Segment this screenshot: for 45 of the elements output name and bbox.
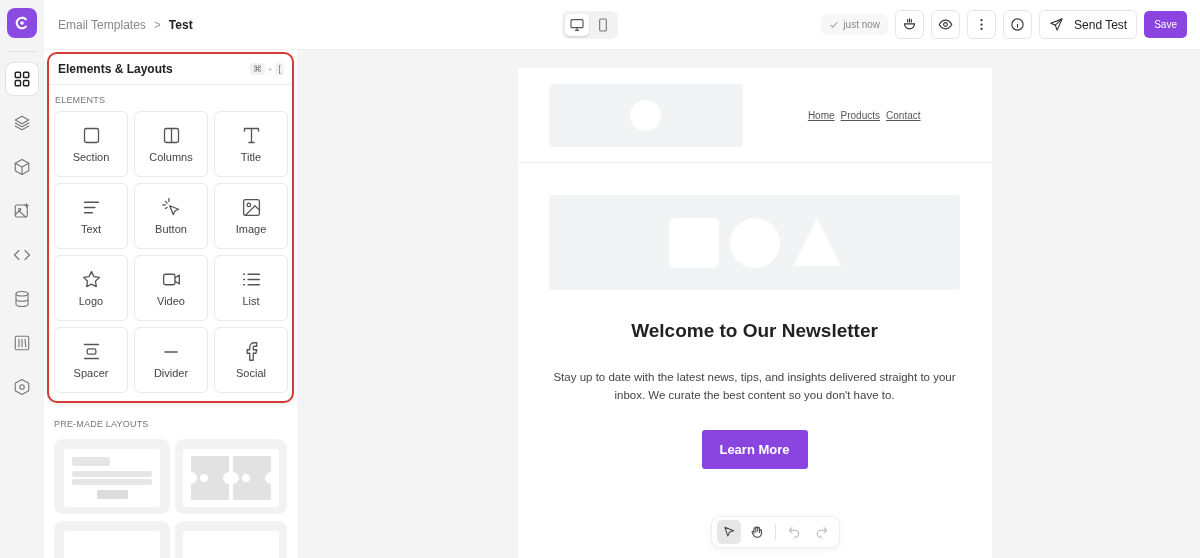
element-tile[interactable]: Columns [134, 111, 208, 177]
check-icon [829, 19, 840, 30]
newsletter-heading: Welcome to Our Newsletter [631, 320, 878, 342]
section-label: PRE-MADE LAYOUTS [53, 418, 150, 431]
minus-icon [164, 350, 178, 353]
pointer-icon[interactable] [716, 520, 741, 544]
eye-icon[interactable] [931, 10, 961, 39]
element-tile[interactable]: Logo [54, 255, 128, 321]
nav-link[interactable]: Products [840, 109, 881, 121]
send-test-button[interactable]: Send Test [1039, 10, 1138, 39]
section-label: ELEMENTS [54, 94, 107, 107]
breadcrumb-link[interactable]: Email Templates [58, 17, 146, 32]
grid-icon[interactable] [6, 63, 38, 95]
breadcrumb-separator: > [153, 17, 161, 32]
element-tile[interactable]: Button [134, 183, 208, 249]
element-tile[interactable]: Image [214, 183, 288, 249]
element-tile[interactable]: Section [54, 111, 128, 177]
info-icon[interactable] [1003, 10, 1033, 39]
save-button[interactable]: Save [1144, 11, 1187, 38]
element-tile[interactable]: Text [54, 183, 128, 249]
layout-thumbnail[interactable] [175, 439, 287, 514]
app-logo-icon[interactable] [7, 8, 37, 38]
nav-link[interactable]: Contact [886, 109, 921, 121]
element-tile[interactable]: List [214, 255, 288, 321]
element-tile[interactable]: Video [134, 255, 208, 321]
layout-thumbnail[interactable] [54, 439, 170, 514]
element-tile[interactable]: Title [214, 111, 288, 177]
newsletter-text: Stay up to date with the latest news, tips, and insights delivered straight to your inbox. We curate the best content so you don't have to. [552, 370, 957, 403]
breadcrumb-current: Test [168, 17, 193, 32]
star-icon [80, 269, 102, 290]
learn-more-button[interactable]: Learn More [701, 430, 808, 469]
shortcut-plus: + [267, 64, 273, 74]
desktop-icon[interactable] [564, 13, 589, 36]
element-tile[interactable]: Divider [134, 327, 208, 393]
element-tile[interactable]: Social [214, 327, 288, 393]
element-tile[interactable]: Spacer [54, 327, 128, 393]
save-status: just now [821, 14, 889, 35]
image-icon [240, 197, 262, 218]
shortcut-key: [ [275, 63, 284, 75]
panel-title: Elements & Layouts [58, 62, 173, 76]
nav-link[interactable]: Home [807, 109, 835, 121]
shortcut-key: ⌘ [249, 63, 265, 75]
send-icon [1049, 17, 1065, 32]
cursor-click-icon [160, 197, 182, 218]
bowl-icon[interactable] [895, 10, 925, 39]
